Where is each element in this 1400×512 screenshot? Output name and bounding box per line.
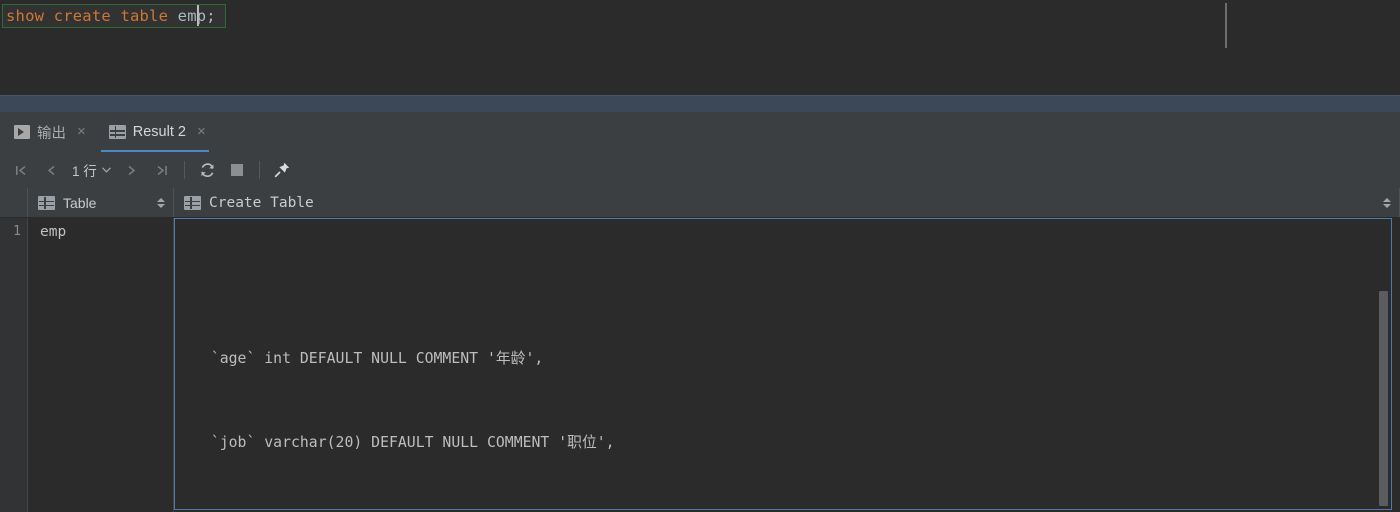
sql-line-clipped — [193, 261, 1391, 289]
row-number: 1 — [13, 224, 21, 239]
row-count-selector[interactable]: 1 行 — [66, 155, 117, 185]
text-caret — [197, 5, 199, 26]
column-header-create-table[interactable]: Create Table — [174, 188, 1400, 217]
column-header-create-table-label: Create Table — [209, 194, 314, 211]
sql-semicolon: ; — [206, 7, 216, 25]
row-number-gutter: 1 — [0, 218, 28, 512]
sql-line-age: `age` int DEFAULT NULL COMMENT '年龄', — [193, 350, 544, 367]
tab-output-close-icon[interactable]: × — [73, 124, 86, 139]
grid-column-headers: Table Create Table — [0, 188, 1400, 218]
sql-identifier-emp: emp — [177, 7, 207, 25]
previous-page-button[interactable] — [36, 155, 66, 185]
sort-indicator-create-table[interactable] — [1383, 197, 1391, 208]
pin-icon — [273, 161, 291, 179]
refresh-button[interactable] — [192, 155, 222, 185]
cell-create-table-text[interactable]: `age` int DEFAULT NULL COMMENT '年龄', `jo… — [175, 219, 1391, 509]
first-page-button[interactable] — [6, 155, 36, 185]
chevron-left-icon — [47, 165, 54, 175]
refresh-icon — [199, 162, 215, 178]
sort-descending-icon — [1383, 203, 1391, 208]
sql-space-2 — [111, 7, 121, 25]
grid-icon — [108, 125, 126, 139]
tab-result-2-label: Result 2 — [132, 124, 186, 140]
cell-table-text: emp — [40, 224, 67, 240]
results-panel: 输出 × Result 2 × 1 行 Table Create Table 1… — [0, 112, 1400, 512]
editor-vertical-divider — [1225, 3, 1227, 48]
chevron-right-icon — [128, 165, 136, 175]
panel-splitter[interactable] — [0, 95, 1400, 112]
column-header-table[interactable]: Table — [28, 188, 174, 217]
chevron-down-icon — [101, 167, 111, 173]
last-page-button[interactable] — [147, 155, 177, 185]
tab-result-2-close-icon[interactable]: × — [193, 124, 206, 139]
sort-descending-icon — [157, 203, 165, 208]
sql-editor-pane[interactable]: show create table emp ; — [0, 0, 1400, 95]
sql-space-3 — [168, 7, 178, 25]
cell-table-value[interactable]: emp — [28, 218, 174, 512]
sql-line-job: `job` varchar(20) DEFAULT NULL COMMENT '… — [193, 434, 615, 451]
results-tabstrip: 输出 × Result 2 × — [0, 112, 1400, 152]
grid-body: 1 emp `age` int DEFAULT NULL COMMENT '年龄… — [0, 218, 1400, 512]
cell-create-table-editor[interactable]: `age` int DEFAULT NULL COMMENT '年龄', `jo… — [174, 218, 1392, 510]
sql-keyword-show: show — [6, 7, 45, 25]
last-page-icon — [157, 165, 168, 175]
toolbar-separator-1 — [183, 161, 185, 179]
stop-icon — [230, 164, 243, 176]
grid-icon — [184, 195, 201, 210]
sql-keyword-table: table — [120, 7, 169, 25]
tab-output[interactable]: 输出 × — [0, 112, 95, 152]
sql-space-1 — [44, 7, 54, 25]
sql-client-window: show create table emp ; 输出 × Result 2 × … — [0, 0, 1400, 512]
cell-vertical-scrollbar[interactable] — [1379, 291, 1388, 506]
grid-icon — [38, 195, 55, 210]
sort-ascending-icon — [157, 197, 165, 202]
sort-ascending-icon — [1383, 197, 1391, 202]
sort-indicator-table[interactable] — [157, 197, 165, 208]
stop-button[interactable] — [222, 155, 252, 185]
pin-button[interactable] — [267, 155, 297, 185]
row-count-label: 1 行 — [72, 164, 97, 179]
sql-statement-line[interactable]: show create table emp ; — [0, 4, 216, 28]
tab-output-label: 输出 — [37, 125, 66, 142]
next-page-button[interactable] — [117, 155, 147, 185]
sql-keyword-create: create — [53, 7, 111, 25]
gutter-header — [0, 188, 28, 217]
first-page-icon — [15, 165, 25, 175]
column-header-table-label: Table — [63, 194, 97, 211]
toolbar-separator-2 — [258, 161, 260, 179]
results-toolbar: 1 行 — [0, 152, 1400, 188]
tab-result-2[interactable]: Result 2 × — [95, 112, 215, 152]
console-icon — [14, 125, 30, 139]
